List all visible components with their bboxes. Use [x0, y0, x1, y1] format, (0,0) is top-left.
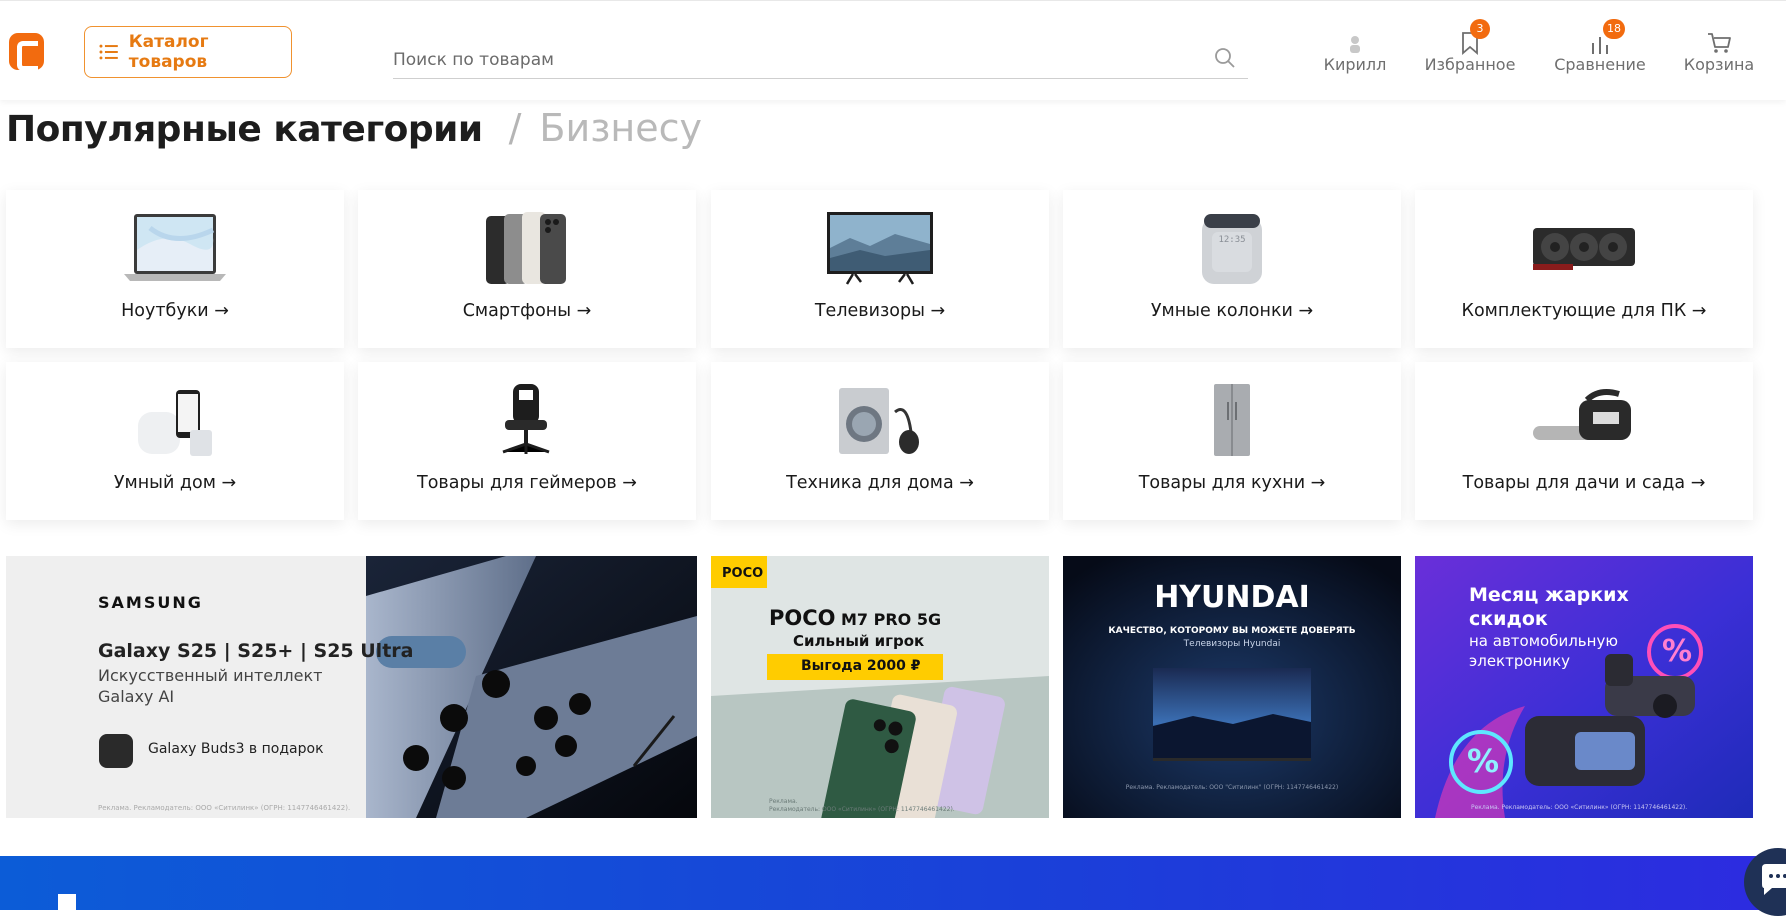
category-card-gaming[interactable]: Товары для геймеров → [358, 362, 696, 520]
hyundai-legal: Реклама. Рекламодатель: ООО "Ситилинк" (… [1125, 784, 1339, 791]
search-input[interactable] [393, 43, 1193, 77]
category-card-smart-home[interactable]: Умный дом → [6, 362, 344, 520]
category-label: Умные колонки → [1150, 301, 1314, 321]
poco-legal-1: Реклама. [769, 798, 798, 805]
category-label: Умный дом → [113, 473, 237, 493]
business-tab[interactable]: Бизнесу [539, 106, 702, 150]
smart-speaker-icon: 12:35 [1202, 214, 1262, 284]
category-card-kitchen[interactable]: Товары для кухни → [1063, 362, 1401, 520]
cart-icon [1708, 33, 1731, 53]
banner-auto-electronics[interactable]: Месяц жарких скидок на автомобильную эле… [1415, 556, 1753, 818]
category-card-home-appliances[interactable]: Техника для дома → [711, 362, 1049, 520]
user-icon [1350, 36, 1360, 53]
poco-banner-graphic [711, 556, 1049, 818]
hyundai-brand: HYUNDAI [1154, 580, 1310, 615]
chainsaw-icon [1533, 389, 1631, 440]
samsung-brand: SAMSUNG [98, 593, 203, 612]
category-card-laptops[interactable]: Ноутбуки → [6, 190, 344, 348]
category-card-pc-parts[interactable]: Комплектующие для ПК → [1415, 190, 1753, 348]
nav-profile[interactable]: Кирилл [1320, 25, 1390, 81]
nav-favorites-label: Избранное [1424, 55, 1516, 74]
nav-favorites[interactable]: 3 Избранное [1420, 19, 1520, 81]
chat-icon [1762, 864, 1786, 895]
title-separator: / [508, 106, 522, 150]
samsung-ai-line1: Искусственный интеллект [98, 666, 323, 685]
laptop-icon [124, 214, 226, 281]
percent-sign-top: % [1662, 634, 1693, 669]
gaming-chair-icon [502, 384, 550, 454]
category-card-garden[interactable]: Товары для дачи и сада → [1415, 362, 1753, 520]
category-label: Телевизоры → [814, 301, 946, 321]
samsung-legal: Реклама. Рекламодатель: ООО «Ситилинк» (… [98, 804, 351, 812]
hyundai-line1: КАЧЕСТВО, КОТОРОМУ ВЫ МОЖЕТЕ ДОВЕРЯТЬ [1108, 626, 1356, 636]
poco-legal-2: Рекламодатель: ООО «Ситилинк» (ОГРН: 114… [769, 806, 955, 813]
poco-model-a: POCO [769, 606, 836, 630]
auto-legal: Реклама. Рекламодатель: ООО «Ситилинк» (… [1471, 804, 1688, 811]
category-label: Ноутбуки → [121, 301, 229, 321]
category-card-smart-speakers[interactable]: 12:35 Умные колонки → [1063, 190, 1401, 348]
svg-text:12:35: 12:35 [1218, 235, 1245, 245]
search-bar [393, 43, 1248, 79]
banner-hyundai[interactable]: HYUNDAI КАЧЕСТВО, КОТОРОМУ ВЫ МОЖЕТЕ ДОВ… [1063, 556, 1401, 818]
banner-samsung[interactable]: SAMSUNG Galaxy S25 | S25+ | S25 Ultra Ис… [6, 556, 697, 818]
banner-poco[interactable]: POCO POCO M7 PRO 5G Сильный игрок Выгода… [711, 556, 1049, 818]
compare-badge: 18 [1603, 19, 1625, 39]
nav-compare[interactable]: 18 Сравнение [1550, 19, 1650, 81]
catalog-button[interactable]: Каталог товаров [84, 26, 292, 78]
category-card-smartphones[interactable]: Смартфоны → [358, 190, 696, 348]
percent-sign-bottom: % [1467, 742, 1500, 780]
fridge-icon [1214, 384, 1250, 456]
auto-line2: скидок [1469, 608, 1548, 630]
category-label: Смартфоны → [462, 301, 592, 321]
tv-icon [827, 212, 933, 285]
smartphones-icon [486, 212, 566, 284]
poco-model-b: M7 PRO 5G [841, 610, 942, 629]
promo-band [0, 856, 1786, 910]
nav-cart[interactable]: Корзина [1682, 25, 1756, 81]
popular-categories-tab[interactable]: Популярные категории [6, 109, 483, 150]
band-text-fragment [58, 894, 76, 910]
category-label: Комплектующие для ПК → [1461, 301, 1707, 321]
samsung-gift: Galaxy Buds3 в подарок [148, 741, 324, 757]
category-label: Товары для кухни → [1138, 473, 1326, 493]
gpu-icon [1533, 228, 1635, 270]
search-icon[interactable] [1214, 47, 1236, 69]
poco-tag: POCO [722, 566, 764, 581]
poco-promo: Выгода 2000 ₽ [801, 658, 921, 674]
auto-line1: Месяц жарких [1469, 584, 1629, 606]
site-header: Каталог товаров Кирилл 3 Избранное [0, 0, 1786, 100]
nav-profile-label: Кирилл [1323, 55, 1387, 74]
samsung-ai-line2: Galaxy AI [98, 687, 175, 706]
category-label: Техника для дома → [786, 473, 974, 493]
auto-line3: на автомобильную [1469, 632, 1618, 650]
list-icon [99, 44, 118, 60]
category-label: Товары для геймеров → [417, 473, 637, 493]
nav-cart-label: Корзина [1683, 55, 1755, 74]
category-label: Товары для дачи и сада → [1462, 473, 1706, 493]
smart-home-icon [138, 390, 212, 456]
favorites-badge: 3 [1470, 19, 1490, 39]
section-title-row: Популярные категории / Бизнесу [6, 106, 702, 150]
samsung-models: Galaxy S25 | S25+ | S25 Ultra [98, 640, 414, 662]
category-card-tv[interactable]: Телевизоры → [711, 190, 1049, 348]
nav-compare-label: Сравнение [1554, 55, 1646, 74]
catalog-button-label: Каталог товаров [128, 32, 209, 72]
auto-line4: электронику [1469, 652, 1571, 670]
washing-machine-icon [839, 388, 919, 454]
site-logo[interactable] [9, 33, 44, 71]
poco-slogan: Сильный игрок [793, 632, 925, 650]
hyundai-line2: Телевизоры Hyundai [1183, 639, 1281, 649]
